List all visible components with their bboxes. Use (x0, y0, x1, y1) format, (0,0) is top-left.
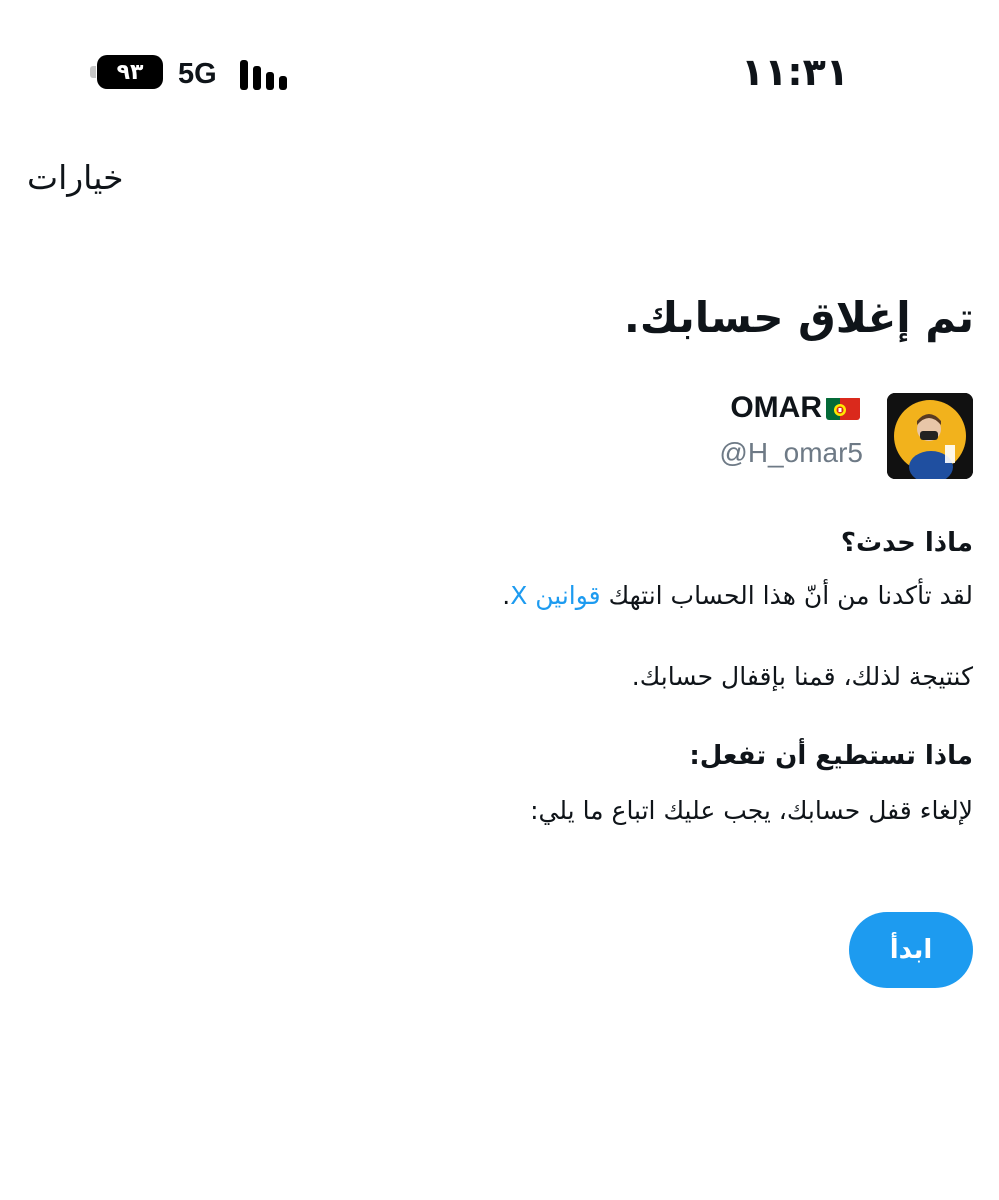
what-happened-line2: كنتيجة لذلك، قمنا بإقفال حسابك. (631, 662, 973, 691)
what-you-can-do-heading: ماذا تستطيع أن تفعل: (689, 741, 973, 771)
signal-icon (240, 60, 287, 90)
what-happened-heading: ماذا حدث؟ (840, 528, 973, 558)
profile-name: OMAR (730, 391, 822, 424)
what-happened-line1: لقد تأكدنا من أنّ هذا الحساب انتهك قواني… (502, 581, 973, 610)
profile-handle: @H_omar5 (719, 437, 863, 468)
avatar-image (887, 393, 973, 479)
signal-bar-1 (240, 60, 248, 90)
battery-level: ٩٣ (97, 55, 163, 89)
start-button[interactable]: ابدأ (849, 912, 973, 988)
portugal-flag-icon (826, 396, 860, 420)
battery-nub (90, 66, 96, 78)
options-button[interactable]: خيارات (27, 158, 124, 197)
signal-bar-2 (253, 66, 261, 90)
signal-bar-3 (266, 72, 274, 90)
profile-name-row: OMAR (730, 391, 860, 425)
status-time: ١١:٣١ (741, 50, 849, 94)
what-happened-line1-prefix: لقد تأكدنا من أنّ هذا الحساب انتهك (600, 581, 973, 610)
battery-indicator: ٩٣ (90, 55, 163, 89)
signal-bar-4 (279, 76, 287, 90)
what-happened-line1-suffix: . (502, 581, 511, 610)
what-you-can-do-text: لإلغاء قفل حسابك، يجب عليك اتباع ما يلي: (530, 796, 973, 825)
network-type: 5G (178, 58, 217, 90)
x-rules-link[interactable]: قوانين X (510, 581, 600, 610)
page-title: تم إغلاق حسابك. (623, 293, 974, 342)
avatar (887, 393, 973, 479)
